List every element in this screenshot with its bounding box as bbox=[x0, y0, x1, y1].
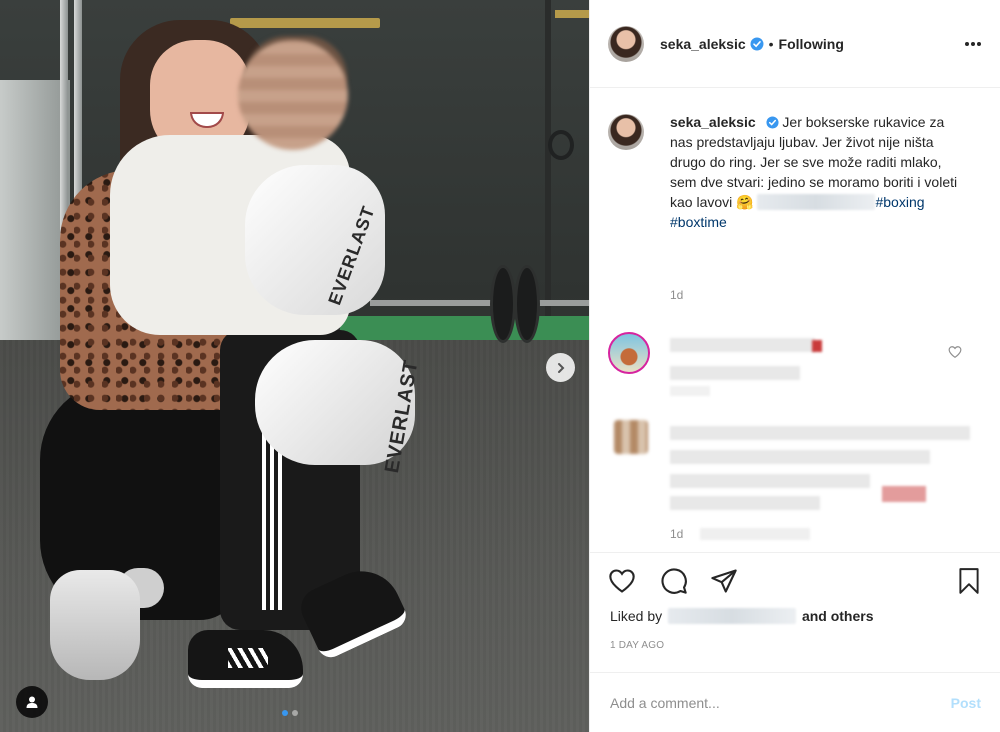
heart-icon[interactable] bbox=[608, 567, 636, 595]
kid-face-blurred bbox=[238, 40, 348, 150]
redacted-liker bbox=[668, 608, 797, 624]
author-avatar[interactable] bbox=[608, 25, 644, 62]
comment-input[interactable] bbox=[610, 694, 951, 711]
caption-author-avatar[interactable] bbox=[608, 114, 644, 150]
comment-like-icon[interactable] bbox=[948, 345, 962, 359]
liked-by-prefix: Liked by bbox=[610, 608, 663, 624]
barbell bbox=[370, 300, 589, 306]
redacted-comment-text bbox=[670, 366, 800, 380]
verified-badge-icon bbox=[750, 37, 764, 50]
user-icon bbox=[26, 696, 38, 708]
pants-stripes bbox=[262, 430, 284, 610]
redacted-comment-text bbox=[670, 496, 820, 510]
caption-emoji: 🤗 bbox=[736, 194, 754, 210]
carousel-dot bbox=[292, 710, 298, 716]
redacted-emoji bbox=[882, 486, 926, 502]
weight-plate bbox=[490, 265, 516, 343]
commenter-avatar[interactable] bbox=[614, 420, 648, 454]
ceiling-bar bbox=[230, 18, 380, 28]
green-mat bbox=[340, 316, 589, 340]
redacted-mention bbox=[757, 194, 876, 210]
liked-by-others-link[interactable]: and others bbox=[802, 608, 874, 624]
weight-plate bbox=[514, 265, 540, 343]
comment-composer: Post bbox=[590, 672, 1000, 732]
post-comment-button[interactable]: Post bbox=[951, 695, 981, 711]
post-header: seka_aleksic • Following bbox=[590, 0, 1000, 88]
carousel-dot-active bbox=[282, 710, 288, 716]
redacted-comment-text bbox=[670, 338, 815, 352]
following-button[interactable]: Following bbox=[779, 36, 844, 52]
post-caption: seka_aleksic Jer bokserske rukavice za n… bbox=[608, 112, 968, 232]
bookmark-icon[interactable] bbox=[956, 567, 982, 595]
post-date: 1 DAY AGO bbox=[610, 640, 665, 651]
woman-shoe bbox=[50, 570, 140, 680]
post-photo[interactable]: EVERLAST EVERLAST bbox=[0, 0, 589, 732]
header-separator: • bbox=[768, 35, 774, 52]
redacted-comment-text bbox=[670, 426, 970, 440]
hashtag-link[interactable]: #boxing bbox=[875, 194, 924, 210]
gym-rope bbox=[545, 0, 551, 330]
tagged-users-button[interactable] bbox=[16, 686, 48, 718]
comment-timestamp: 1d bbox=[670, 527, 684, 541]
redacted-comment-meta bbox=[670, 386, 710, 396]
author-username[interactable]: seka_aleksic bbox=[660, 36, 746, 52]
chevron-right-icon bbox=[557, 362, 564, 373]
caption-username[interactable]: seka_aleksic bbox=[670, 114, 756, 130]
commenter-avatar[interactable] bbox=[608, 332, 650, 374]
shoe-stripes bbox=[228, 648, 268, 668]
caption-text-block: seka_aleksic Jer bokserske rukavice za n… bbox=[670, 112, 968, 232]
caption-timestamp: 1d bbox=[670, 288, 684, 302]
hashtag-link[interactable]: #boxtime bbox=[670, 214, 727, 230]
redacted-comment-meta bbox=[700, 528, 810, 540]
post-sidebar: seka_aleksic • Following seka_aleksic Je… bbox=[589, 0, 1000, 732]
gym-ring bbox=[548, 130, 574, 160]
ceiling-bar bbox=[555, 10, 589, 18]
comment-icon[interactable] bbox=[660, 567, 688, 595]
verified-badge-icon bbox=[765, 116, 779, 129]
more-horizontal-icon[interactable] bbox=[964, 41, 982, 47]
redacted-comment-text bbox=[670, 450, 930, 464]
carousel-next-button[interactable] bbox=[546, 353, 575, 382]
carousel-indicator bbox=[282, 710, 298, 716]
share-icon[interactable] bbox=[710, 567, 738, 595]
redacted-comment-text bbox=[670, 474, 870, 488]
liked-by: Liked by and others bbox=[610, 608, 874, 624]
redacted-emoji bbox=[812, 340, 822, 352]
